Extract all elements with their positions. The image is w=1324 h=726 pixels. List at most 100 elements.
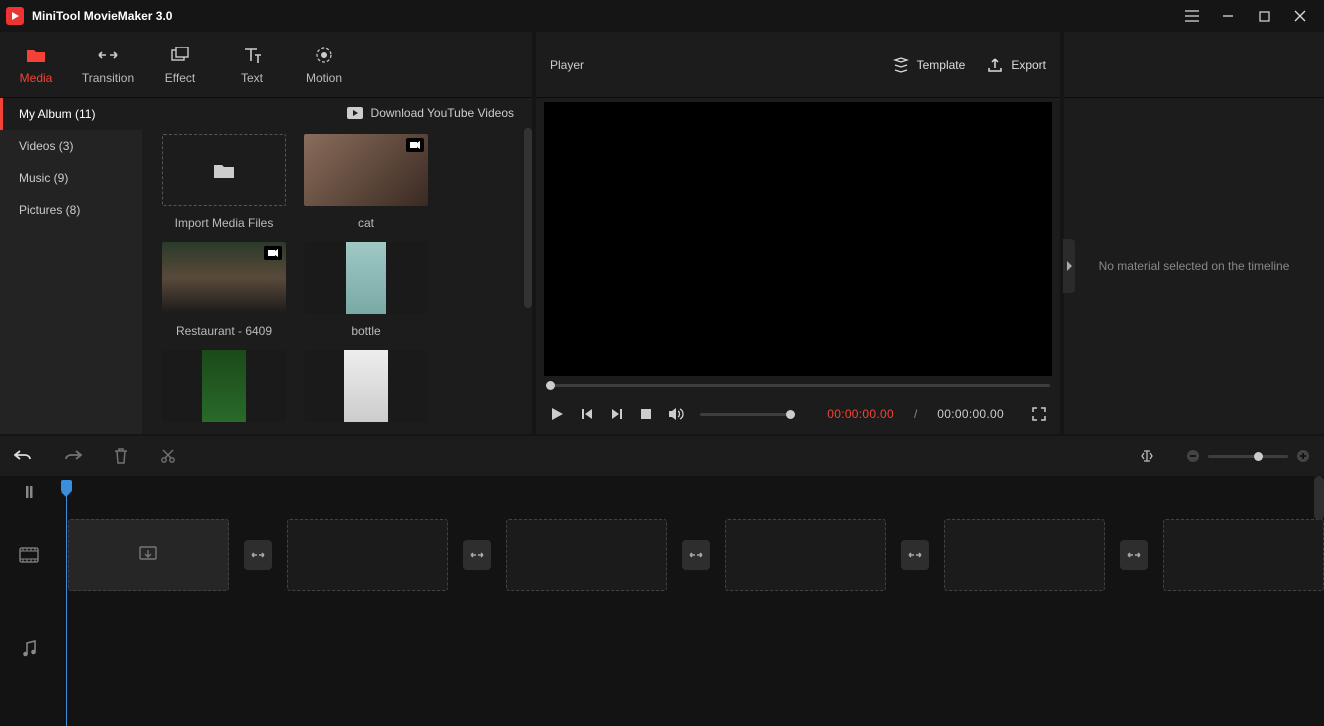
media-item-plant[interactable] [162,350,286,434]
video-preview [544,102,1052,376]
media-item-desk[interactable] [304,350,428,434]
template-button[interactable]: Template [893,57,966,73]
clip-slot[interactable] [944,519,1105,591]
sidebar-item-pictures[interactable]: Pictures (8) [0,194,142,226]
volume-slider[interactable] [700,413,795,416]
export-button[interactable]: Export [987,57,1046,73]
minimize-icon[interactable] [1210,0,1246,32]
clip-slot[interactable] [506,519,667,591]
zoom-out-button[interactable] [1186,449,1200,463]
module-tabs: Media Transition Effect Text [0,32,532,98]
media-item-label [364,432,367,434]
media-item-label: cat [358,216,374,230]
close-icon[interactable] [1282,0,1318,32]
transition-slot[interactable] [682,540,710,570]
media-item-label: Import Media Files [175,216,274,230]
transition-slot[interactable] [244,540,272,570]
ruler-head [0,476,58,508]
export-label: Export [1011,58,1046,72]
redo-button[interactable] [64,449,82,463]
title-bar: MiniTool MovieMaker 3.0 [0,0,1324,32]
sidebar-item-label: Pictures (8) [19,203,80,217]
download-youtube-icon [347,107,363,119]
time-current: 00:00:00.00 [827,407,894,421]
undo-button[interactable] [14,449,32,463]
download-youtube-link[interactable]: Download YouTube Videos [371,106,514,120]
volume-button[interactable] [668,407,684,421]
fullscreen-button[interactable] [1032,407,1046,421]
folder-icon [26,45,46,65]
template-label: Template [917,58,966,72]
tab-label: Motion [306,71,342,85]
video-track[interactable] [58,508,1324,602]
transition-slot[interactable] [901,540,929,570]
tab-effect[interactable]: Effect [144,32,216,98]
tab-label: Transition [82,71,134,85]
prev-frame-button[interactable] [580,407,594,421]
play-button[interactable] [550,407,564,421]
media-item-label: Restaurant - 6409 [176,324,272,338]
media-sidebar: My Album (11) Videos (3) Music (9) Pictu… [0,98,142,434]
video-badge-icon [264,246,282,260]
timeline-vscrollbar[interactable] [1314,476,1324,726]
delete-button[interactable] [114,448,128,464]
sidebar-item-videos[interactable]: Videos (3) [0,130,142,162]
motion-icon [315,45,333,65]
media-item-bottle[interactable]: bottle [304,242,428,338]
media-scrollbar[interactable] [524,128,532,434]
tab-label: Effect [165,71,195,85]
media-item-label: bottle [351,324,380,338]
transition-slot[interactable] [1120,540,1148,570]
stop-button[interactable] [640,408,652,420]
tab-label: Media [20,71,53,85]
media-item-label [222,432,225,434]
clip-slot[interactable] [1163,519,1324,591]
clip-slot[interactable] [68,519,229,591]
import-media-button[interactable]: Import Media Files [162,134,286,230]
zoom-in-button[interactable] [1296,449,1310,463]
timeline-toolbar [0,436,1324,476]
properties-empty-text: No material selected on the timeline [1099,259,1290,273]
seek-bar[interactable] [544,376,1052,394]
sidebar-item-label: My Album (11) [19,107,95,121]
transition-slot[interactable] [463,540,491,570]
audio-track-head [0,602,58,696]
export-icon [987,57,1003,73]
zoom-control [1186,449,1310,463]
folder-add-icon [213,161,235,179]
transition-icon [97,45,119,65]
properties-panel: No material selected on the timeline [1064,32,1324,434]
panel-collapse-button[interactable] [1063,239,1075,293]
tab-media[interactable]: Media [0,32,72,98]
sidebar-item-myalbum[interactable]: My Album (11) [0,98,142,130]
media-grid: Import Media Files cat [142,128,532,434]
maximize-icon[interactable] [1246,0,1282,32]
text-icon [243,45,261,65]
time-total: 00:00:00.00 [937,407,1004,421]
sidebar-item-music[interactable]: Music (9) [0,162,142,194]
fit-button[interactable] [1140,448,1154,464]
drop-here-icon [138,546,158,564]
tab-transition[interactable]: Transition [72,32,144,98]
hamburger-menu-icon[interactable] [1174,0,1210,32]
zoom-slider[interactable] [1208,455,1288,458]
media-item-cat[interactable]: cat [304,134,428,230]
player-panel: Player Template Export [536,32,1060,434]
tab-motion[interactable]: Motion [288,32,360,98]
next-frame-button[interactable] [610,407,624,421]
clip-slot[interactable] [287,519,448,591]
audio-track[interactable] [58,602,1324,696]
app-title: MiniTool MovieMaker 3.0 [32,9,172,23]
media-topbar: Download YouTube Videos [142,98,532,128]
timeline [0,476,1324,726]
sidebar-item-label: Music (9) [19,171,68,185]
effect-icon [171,45,189,65]
tab-text[interactable]: Text [216,32,288,98]
clip-slot[interactable] [725,519,886,591]
template-icon [893,57,909,73]
sidebar-item-label: Videos (3) [19,139,73,153]
player-title: Player [550,58,584,72]
timeline-ruler[interactable] [58,476,1324,508]
media-item-restaurant[interactable]: Restaurant - 6409 [162,242,286,338]
split-button[interactable] [160,448,176,464]
